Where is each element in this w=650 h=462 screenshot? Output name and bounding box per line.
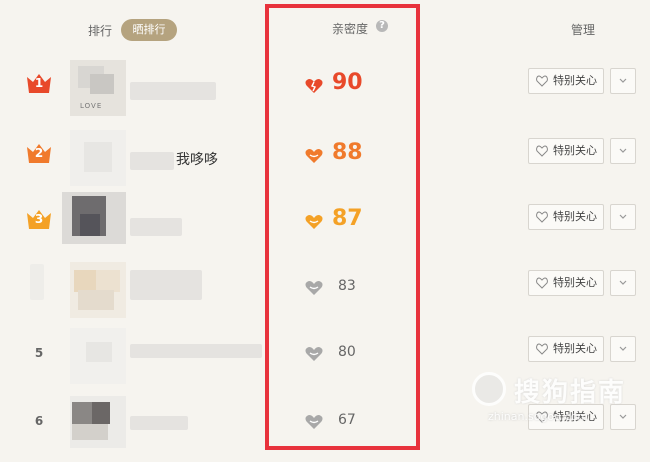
chevron-down-icon (619, 214, 627, 219)
special-care-label: 特别关心 (553, 410, 597, 423)
more-options-button[interactable] (610, 270, 636, 296)
chevron-down-icon (619, 414, 627, 419)
friend-name-blurred (130, 82, 216, 100)
special-care-button[interactable]: 特别关心 (528, 68, 604, 94)
avatar[interactable] (70, 130, 126, 186)
intimacy-score: 87 (305, 204, 405, 244)
intimacy-score: 90 (305, 68, 405, 108)
score-value: 87 (332, 206, 363, 231)
heart-icon (305, 414, 323, 429)
friend-row: 6 67 特别关心 (0, 396, 650, 462)
friend-name-blurred (130, 344, 262, 358)
manage-column-label: 管理 (571, 23, 596, 37)
special-care-label: 特别关心 (553, 276, 597, 289)
friend-name-blurred (130, 218, 182, 236)
special-care-button[interactable]: 特别关心 (528, 204, 604, 230)
intimacy-score: 80 (305, 336, 405, 376)
intimacy-score: 67 (305, 404, 405, 444)
rank-column-label: 排行 (88, 24, 113, 38)
friend-name: 我哆哆 (176, 152, 218, 168)
score-value: 88 (332, 140, 363, 165)
avatar[interactable] (70, 396, 126, 448)
avatar[interactable] (62, 192, 126, 244)
chevron-down-icon (619, 78, 627, 83)
heart-outline-icon (536, 343, 548, 355)
avatar[interactable] (70, 328, 126, 384)
special-care-button[interactable]: 特别关心 (528, 138, 604, 164)
more-options-button[interactable] (610, 138, 636, 164)
intimacy-score: 88 (305, 138, 405, 178)
heart-broken-icon (305, 78, 323, 93)
rank-number: 1 (34, 76, 44, 90)
rank-number: 2 (34, 146, 44, 160)
rank-number: 6 (34, 414, 44, 428)
intimacy-column-label: 亲密度 (332, 22, 369, 36)
more-options-button[interactable] (610, 204, 636, 230)
score-value: 90 (332, 70, 363, 95)
special-care-button[interactable]: 特别关心 (528, 404, 604, 430)
friend-row: 83 特别关心 (0, 262, 650, 328)
rank-number: 5 (34, 346, 44, 360)
rank-blurred (30, 264, 44, 300)
avatar[interactable] (70, 262, 126, 318)
heart-icon (305, 280, 323, 295)
heart-outline-icon (536, 75, 548, 87)
friend-row: 3 87 特别关心 (0, 192, 650, 262)
friend-name-blurred (130, 416, 188, 430)
friend-row: 2 我哆哆 88 特别关心 (0, 130, 650, 196)
heart-outline-icon (536, 277, 548, 289)
heart-outline-icon (536, 411, 548, 423)
score-value: 83 (338, 278, 356, 294)
chevron-down-icon (619, 280, 627, 285)
avatar-caption: LOVE (80, 102, 103, 110)
special-care-label: 特别关心 (553, 144, 597, 157)
friend-row: 1 LOVE 90 特别关心 (0, 60, 650, 126)
special-care-label: 特别关心 (553, 210, 597, 223)
rank-number: 3 (34, 212, 44, 226)
more-options-button[interactable] (610, 68, 636, 94)
avatar[interactable]: LOVE (70, 60, 126, 116)
table-header: 排行 晒排行 亲密度 ? 管理 (0, 0, 650, 52)
special-care-label: 特别关心 (553, 342, 597, 355)
special-care-button[interactable]: 特别关心 (528, 270, 604, 296)
friend-name-blurred (130, 270, 202, 300)
friend-name-blurred (130, 152, 174, 170)
question-circle-icon[interactable]: ? (376, 20, 388, 32)
friend-row: 5 80 特别关心 (0, 328, 650, 394)
heart-icon (305, 214, 323, 229)
heart-outline-icon (536, 145, 548, 157)
special-care-button[interactable]: 特别关心 (528, 336, 604, 362)
score-value: 80 (338, 344, 356, 360)
chevron-down-icon (619, 148, 627, 153)
special-care-label: 特别关心 (553, 74, 597, 87)
score-value: 67 (338, 412, 356, 428)
heart-icon (305, 148, 323, 163)
more-options-button[interactable] (610, 404, 636, 430)
heart-icon (305, 346, 323, 361)
show-rank-button[interactable]: 晒排行 (121, 19, 177, 41)
intimacy-score: 83 (305, 270, 405, 310)
heart-outline-icon (536, 211, 548, 223)
chevron-down-icon (619, 346, 627, 351)
more-options-button[interactable] (610, 336, 636, 362)
